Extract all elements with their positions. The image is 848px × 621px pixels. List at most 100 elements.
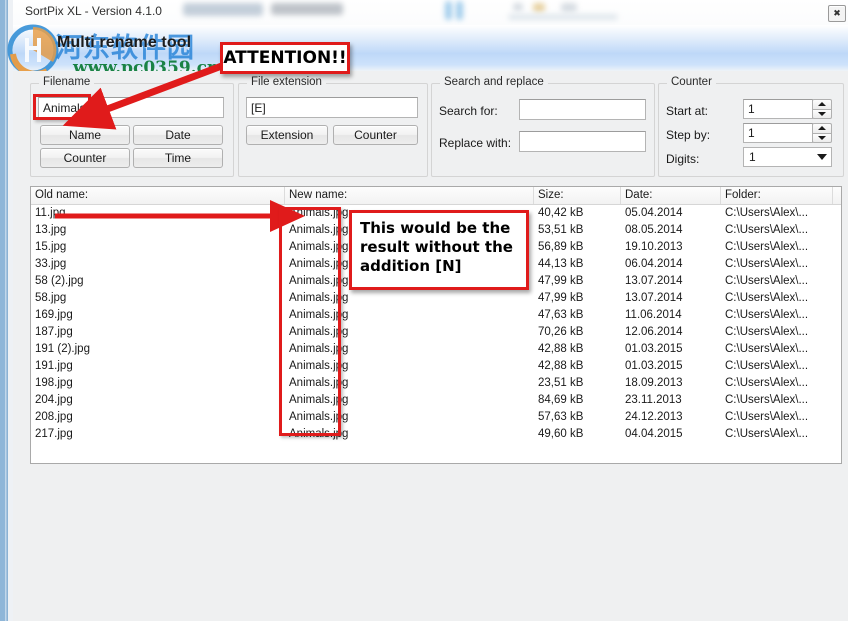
step-by-label: Step by:	[666, 128, 711, 142]
cell-folder: C:\Users\Alex\...	[725, 258, 809, 270]
column-header-size[interactable]: Size:	[534, 187, 621, 204]
table-row[interactable]: 198.jpg Animals.jpg 23,51 kB 18.09.2013 C:\U…	[31, 375, 841, 392]
cell-size: 44,13 kB	[538, 258, 584, 270]
cell-size: 47,99 kB	[538, 275, 584, 287]
cell-folder: C:\Users\Alex\...	[725, 343, 809, 355]
application-window: SortPix XL - Version 4.1.0 ✖ Multi renam…	[0, 0, 848, 621]
cell-folder: C:\Users\Alex\...	[725, 309, 809, 321]
cell-date: 18.09.2013	[625, 377, 683, 389]
cell-folder: C:\Users\Alex\...	[725, 275, 809, 287]
cell-size: 47,99 kB	[538, 292, 584, 304]
cell-size: 56,89 kB	[538, 241, 584, 253]
annotation-outline-filename	[33, 94, 91, 120]
table-row[interactable]: 204.jpg Animals.jpg 84,69 kB 23.11.2013 C:\U…	[31, 392, 841, 409]
cell-date: 01.03.2015	[625, 360, 683, 372]
group-search-replace: Search and replace	[431, 76, 655, 177]
cell-folder: C:\Users\Alex\...	[725, 241, 809, 253]
cell-date: 04.04.2015	[625, 428, 683, 440]
cell-date: 06.04.2014	[625, 258, 683, 270]
search-for-input[interactable]	[519, 99, 646, 120]
cell-old-name: 191.jpg	[35, 360, 73, 372]
cell-size: 23,51 kB	[538, 377, 584, 389]
titlebar-artifact-3	[445, 1, 452, 20]
search-for-label: Search for:	[439, 104, 498, 118]
digits-select[interactable]: 1	[743, 147, 832, 167]
cell-old-name: 33.jpg	[35, 258, 67, 270]
group-search-replace-label: Search and replace	[440, 76, 548, 88]
titlebar-artifact-6	[533, 3, 545, 12]
cell-old-name: 198.jpg	[35, 377, 73, 389]
titlebar-artifact-1	[183, 3, 263, 16]
replace-with-input[interactable]	[519, 131, 646, 152]
table-row[interactable]: 191 (2).jpg Animals.jpg 42,88 kB 01.03.2015…	[31, 341, 841, 358]
step-by-spin-up-icon[interactable]	[812, 123, 832, 133]
extension-insert-counter-button[interactable]: Counter	[333, 125, 418, 145]
start-at-spinner[interactable]	[812, 99, 832, 119]
cell-old-name: 58.jpg	[35, 292, 67, 304]
cell-old-name: 217.jpg	[35, 428, 73, 440]
cell-date: 13.07.2014	[625, 292, 683, 304]
titlebar-artifact-4	[456, 1, 463, 20]
table-row[interactable]: 191.jpg Animals.jpg 42,88 kB 01.03.2015 C:\U…	[31, 358, 841, 375]
filename-insert-counter-button[interactable]: Counter	[40, 148, 130, 168]
group-filename-label: Filename	[39, 76, 95, 88]
cell-date: 24.12.2013	[625, 411, 683, 423]
group-file-extension-label: File extension	[247, 76, 326, 88]
cell-folder: C:\Users\Alex\...	[725, 377, 809, 389]
table-row[interactable]: 169.jpg Animals.jpg 47,63 kB 11.06.2014 C:\U…	[31, 307, 841, 324]
column-header-old-name[interactable]: Old name:	[31, 187, 285, 204]
column-header-new-name[interactable]: New name:	[285, 187, 534, 204]
close-icon[interactable]: ✖	[828, 5, 846, 22]
file-extension-input[interactable]: [E]	[246, 97, 418, 118]
column-header-date[interactable]: Date:	[621, 187, 721, 204]
start-at-spin-up-icon[interactable]	[812, 99, 832, 109]
cell-old-name: 15.jpg	[35, 241, 67, 253]
cell-date: 01.03.2015	[625, 343, 683, 355]
cell-date: 05.04.2014	[625, 207, 683, 219]
table-row[interactable]: 208.jpg Animals.jpg 57,63 kB 24.12.2013 C:\U…	[31, 409, 841, 426]
filename-insert-date-button[interactable]: Date	[133, 125, 223, 145]
chevron-down-icon[interactable]	[817, 154, 827, 160]
group-counter-label: Counter	[667, 76, 716, 88]
cell-size: 42,88 kB	[538, 360, 584, 372]
cell-date: 12.06.2014	[625, 326, 683, 338]
titlebar-artifact-2	[271, 3, 343, 15]
table-row[interactable]: 58.jpg Animals.jpg 47,99 kB 13.07.2014 C:\Us…	[31, 290, 841, 307]
cell-size: 42,88 kB	[538, 343, 584, 355]
cell-folder: C:\Users\Alex\...	[725, 428, 809, 440]
cell-date: 08.05.2014	[625, 224, 683, 236]
table-row[interactable]: 217.jpg Animals.jpg 49,60 kB 04.04.2015 C:\U…	[31, 426, 841, 443]
start-at-spin-down-icon[interactable]	[812, 108, 832, 119]
cell-old-name: 204.jpg	[35, 394, 73, 406]
window-title: SortPix XL - Version 4.1.0	[25, 4, 162, 18]
file-list-header: Old name: New name: Size: Date: Folder:	[31, 187, 841, 205]
filename-insert-name-button[interactable]: Name	[40, 125, 130, 145]
cell-date: 23.11.2013	[625, 394, 682, 406]
step-by-spin-down-icon[interactable]	[812, 132, 832, 143]
cell-size: 84,69 kB	[538, 394, 584, 406]
titlebar-artifact-5	[513, 3, 523, 11]
extension-insert-extension-button[interactable]: Extension	[246, 125, 328, 145]
cell-folder: C:\Users\Alex\...	[725, 292, 809, 304]
filename-insert-time-button[interactable]: Time	[133, 148, 223, 168]
cell-size: 47,63 kB	[538, 309, 584, 321]
cell-size: 70,26 kB	[538, 326, 584, 338]
file-extension-input-value: [E]	[251, 100, 266, 115]
cell-old-name: 58 (2).jpg	[35, 275, 84, 287]
column-header-folder[interactable]: Folder:	[721, 187, 833, 204]
cell-folder: C:\Users\Alex\...	[725, 411, 809, 423]
cell-folder: C:\Users\Alex\...	[725, 326, 809, 338]
title-bar: SortPix XL - Version 4.1.0 ✖	[13, 0, 848, 26]
table-row[interactable]: 187.jpg Animals.jpg 70,26 kB 12.06.2014 C:\U…	[31, 324, 841, 341]
cell-old-name: 169.jpg	[35, 309, 73, 321]
annotation-attention-text: ATTENTION!!	[223, 48, 347, 68]
step-by-spinner[interactable]	[812, 123, 832, 143]
start-at-input[interactable]: 1	[743, 99, 813, 119]
cell-folder: C:\Users\Alex\...	[725, 207, 809, 219]
cell-old-name: 208.jpg	[35, 411, 73, 423]
cell-size: 53,51 kB	[538, 224, 584, 236]
step-by-input[interactable]: 1	[743, 123, 813, 143]
cell-folder: C:\Users\Alex\...	[725, 224, 809, 236]
cell-folder: C:\Users\Alex\...	[725, 360, 809, 372]
cell-old-name: 187.jpg	[35, 326, 73, 338]
